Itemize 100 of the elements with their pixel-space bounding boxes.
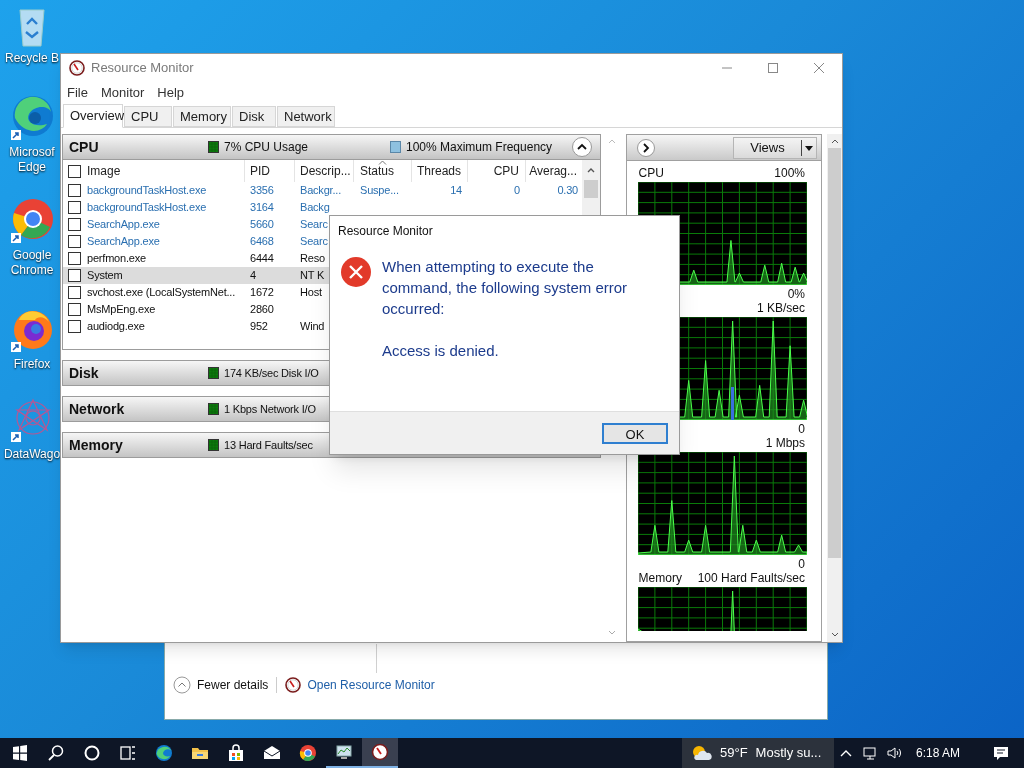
graph-scale-label: 0% [787,286,806,301]
checkbox[interactable] [68,201,81,214]
section-title: Memory [68,435,124,455]
scrollbar-thumb[interactable] [828,148,841,558]
gauge-icon [371,743,389,761]
round-browser-icon[interactable] [9,197,55,245]
cpu-cell: 0 [514,184,520,197]
collapse-button[interactable] [571,137,592,157]
checkbox[interactable] [68,303,81,316]
menu-item[interactable]: File [67,83,88,103]
checkbox[interactable] [68,269,81,282]
envelope-icon [263,744,281,762]
speaker-icon [885,745,902,761]
tab[interactable]: Disk [232,106,276,127]
expand-button[interactable] [636,138,655,157]
meter-icon [208,403,219,415]
clock[interactable]: 6:18 AM [905,744,970,762]
swirl-browser-icon[interactable] [9,94,55,142]
graph-scale-label: 0 [798,556,806,571]
description-cell: NT K [300,269,325,282]
description-cell: Searc [300,235,328,248]
gauge-icon [285,677,302,693]
pid-cell: 4 [250,269,256,282]
frequency-icon [390,141,401,153]
pid-cell: 952 [250,320,268,333]
shopping-bag-icon [227,744,245,762]
image-cell-text: svchost.exe (LocalSystemNet... [87,285,236,301]
pid-cell: 3164 [250,201,274,214]
graph-scale-label: 1 KB/sec [757,300,806,317]
graph-scale-label: 100% [774,165,806,182]
graph-scale-label: 100 Hard Faults/sec [697,570,806,587]
image-cell-text: MsMpEng.exe [87,302,156,318]
status-cell: Suspe... [360,184,399,197]
chevron-up-icon [173,676,191,694]
column-header[interactable]: Image [87,162,121,180]
round-browser-icon [299,744,317,762]
chevron-right-icon [641,142,650,153]
menu-item[interactable]: Help [157,83,185,103]
pid-cell: 6468 [250,235,274,248]
section-summary: 13 Hard Faults/sec [224,437,313,453]
graph-scale-label: 0 [798,421,806,436]
swirl-browser-icon [155,744,173,762]
column-header[interactable]: Descrip... [295,162,351,180]
meter-icon [208,367,219,379]
search-icon [47,744,65,762]
desktop-icon-label: DataWago [2,447,62,462]
checkbox[interactable] [68,320,81,333]
open-resource-monitor-link[interactable]: Open Resource Monitor [285,676,435,694]
checkbox[interactable] [68,184,81,197]
section-summary: 174 KB/sec Disk I/O [224,365,319,381]
section-title: Disk [68,363,100,383]
ok-button[interactable]: OK [602,422,668,444]
dialog-title: Resource Monitor [337,223,434,240]
pid-cell: 6444 [250,252,274,265]
window-title: Resource Monitor [91,59,194,78]
pid-cell: 1672 [250,286,274,299]
checkbox[interactable] [68,286,81,299]
frequency-label: 100% Maximum Frequency [406,139,553,156]
description-cell: Host [300,286,322,299]
column-header[interactable]: Averag... [529,162,583,180]
tab[interactable]: Network [277,106,335,127]
section-header[interactable]: CPU 7% CPU Usage 100% Maximum Frequency [62,134,601,160]
tab[interactable]: Memory [173,106,231,127]
weather-temperature: 59°F [719,744,748,763]
weather-widget[interactable]: 59°F Mostly su... [681,738,834,768]
taskbar-app[interactable] [362,738,398,768]
description-cell: Backg [300,201,330,214]
column-header[interactable]: Threads [416,162,467,180]
meter-icon [208,141,219,153]
desktop-icon-label: Firefox [12,357,52,372]
column-header[interactable]: CPU [493,162,525,180]
average-cell: 0.30 [557,184,578,197]
scrollbar[interactable] [827,134,842,642]
graph-scale-label: 1 Mbps [765,435,806,452]
description-cell: Searc [300,218,328,231]
close-icon [812,62,826,74]
menu-item[interactable]: Monitor [100,83,145,103]
checkbox[interactable] [68,164,81,178]
tab[interactable]: Overview [63,104,123,128]
image-cell-text: SearchApp.exe [87,217,160,233]
column-header[interactable]: PID [245,162,270,180]
chevron-up-icon [576,143,587,151]
image-cell-text: audiodg.exe [87,319,145,335]
image-cell-text: backgroundTaskHost.exe [87,183,207,199]
column-header[interactable]: Status [354,162,395,180]
tab[interactable]: CPU [124,106,172,127]
fewer-details-button[interactable]: Fewer details [173,676,269,694]
weather-condition: Mostly su... [755,744,822,763]
checkbox[interactable] [68,218,81,231]
threads-cell: 14 [450,184,462,197]
checkbox[interactable] [68,235,81,248]
scrollbar-thumb[interactable] [583,180,598,198]
checkbox[interactable] [68,252,81,265]
image-cell-text: perfmon.exe [87,251,146,267]
network-icon [861,745,878,761]
views-button[interactable]: Views [733,136,818,159]
image-cell-text: System [87,268,123,284]
graph-title: Memory [638,570,682,587]
section-title: CPU [68,137,100,157]
maximize-icon [766,62,780,74]
